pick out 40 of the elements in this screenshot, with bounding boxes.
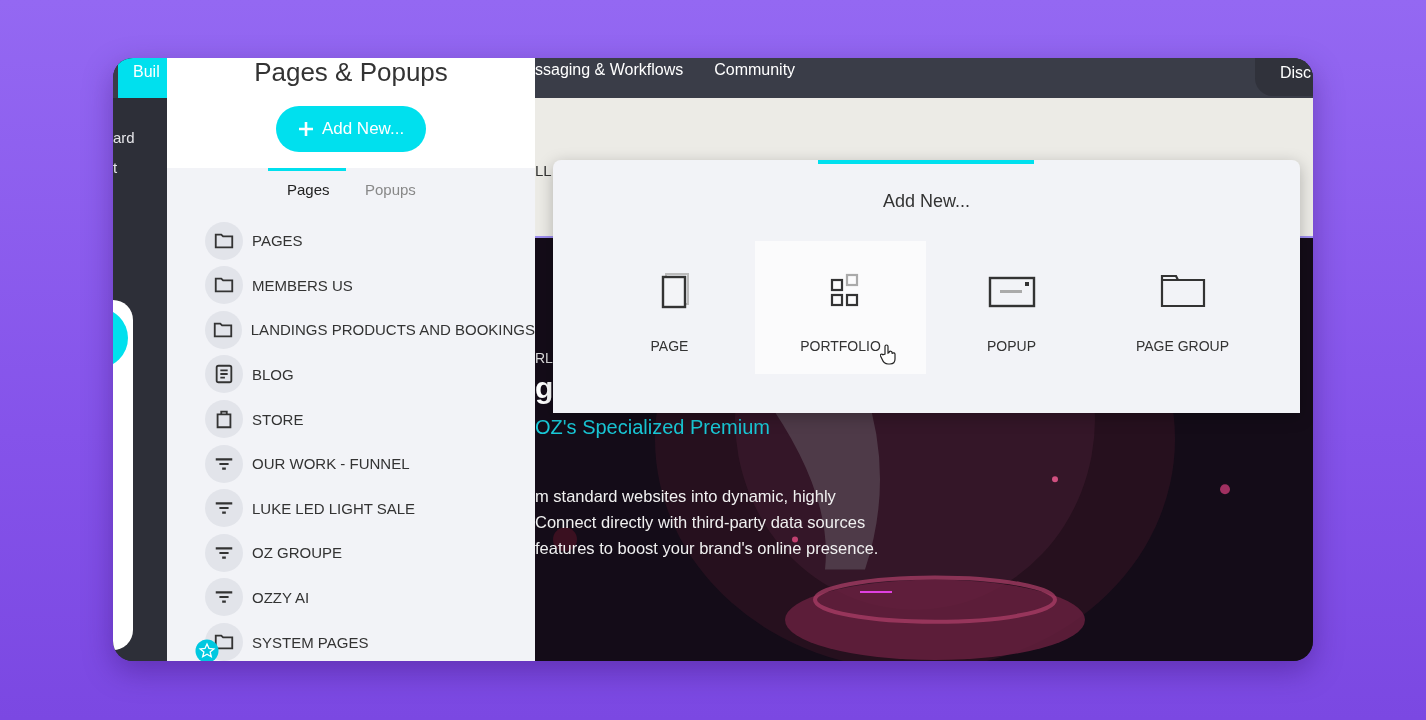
hero-eyebrow: RL [535,350,553,368]
folder-icon [205,221,243,260]
accent-line [860,591,892,593]
sidebar-item[interactable]: t [113,158,118,188]
nav-tab[interactable]: Community [714,58,796,80]
page-list-item[interactable]: BLOG [252,365,294,383]
panel-tab[interactable]: Pages [268,167,346,200]
page-list-item[interactable]: OZZY AI [252,588,310,606]
page-list-item[interactable]: MEMBERS US [252,276,353,294]
document-icon [205,355,243,394]
option-tile[interactable]: PAGE [584,241,755,374]
option-tile[interactable]: PAGE GROUP [1097,241,1268,374]
page-list-item[interactable]: OUR WORK - FUNNEL [252,455,410,473]
page-list-item[interactable]: LANDINGS PRODUCTS AND BOOKINGS [250,321,535,339]
filter-icon [205,489,243,528]
page-list-item[interactable]: PAGES [252,232,303,250]
option-tile[interactable]: POPUP [926,241,1097,374]
nav-tab[interactable]: ssaging & Workflows [535,58,684,80]
sidebar-item[interactable]: ard [113,128,135,158]
page-list-item[interactable]: STORE [252,410,304,428]
page-list-item[interactable]: LUKE LED LIGHT SALE [252,499,416,517]
star-badge-icon[interactable] [195,639,219,661]
folder-icon [205,310,242,349]
plus-icon [297,121,314,137]
dialog-title: Add New... [882,191,970,212]
hero-subtitle: OZ's Specialized Premium [535,416,770,439]
page-list-item[interactable]: OZ GROUPE [252,544,342,562]
filter-icon [205,444,243,483]
panel-title: Pages & Popups [254,58,448,86]
option-tile[interactable]: PORTFOLIO [755,241,926,374]
page-list-item[interactable]: SYSTEM PAGES [252,633,369,651]
account-button[interactable]: Disc [1255,58,1313,96]
filter-icon [205,578,243,617]
bag-icon [205,400,243,439]
hero-paragraph: m standard websites into dynamic, highly Connect directly with third-party data sources features to boost your brand's online presence. [535,486,879,559]
hero-heading: g [535,370,554,406]
hand-cursor-icon [880,344,898,365]
section-label: LL [535,162,552,179]
filter-icon [205,533,243,572]
folder-icon [205,266,243,305]
